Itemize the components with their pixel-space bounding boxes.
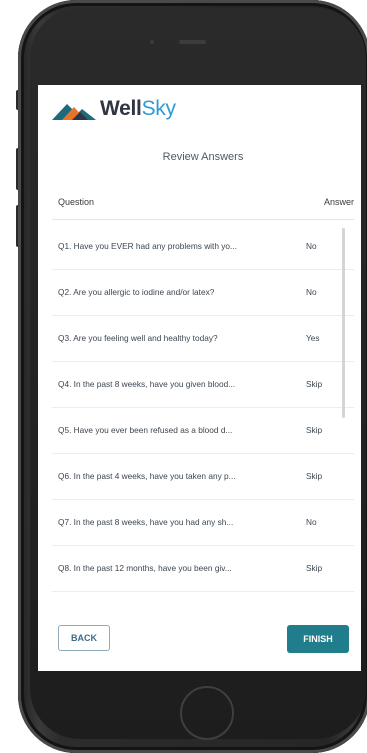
question-text: Q5. Have you ever been refused as a bloo… [58, 425, 233, 435]
logo-word: Well [100, 97, 142, 120]
table-row[interactable]: Q8. In the past 12 months, have you been… [52, 546, 354, 592]
front-camera [150, 40, 154, 44]
earpiece-speaker [179, 40, 206, 44]
table-row[interactable]: Q3. Are you feeling well and healthy tod… [52, 316, 354, 362]
answer-value: Skip [306, 379, 323, 389]
table-row[interactable]: Q4. In the past 8 weeks, have you given … [52, 362, 354, 408]
column-header-answer: Answer [323, 197, 354, 207]
question-text: Q1. Have you EVER had any problems with … [58, 241, 237, 251]
question-text: Q4. In the past 8 weeks, have you given … [58, 379, 236, 389]
back-button[interactable]: BACK [58, 625, 110, 651]
logo-word-accent: Sky [141, 97, 176, 120]
table-row[interactable]: Q7. In the past 8 weeks, have you had an… [52, 500, 354, 546]
device-stage: WellSky Review Answers Question Answer Q… [0, 0, 367, 753]
table-row[interactable]: Q2. Are you allergic to iodine and/or la… [52, 270, 354, 316]
answer-value: Skip [306, 563, 323, 573]
logo-text: WellSky [100, 97, 176, 121]
answer-value: No [306, 287, 317, 297]
table-row[interactable]: Q1. Have you EVER had any problems with … [52, 224, 354, 270]
question-text: Q6. In the past 4 weeks, have you taken … [58, 471, 236, 481]
answer-value: Yes [306, 333, 320, 343]
table-row[interactable]: Q5. Have you ever been refused as a bloo… [52, 408, 354, 454]
answer-value: No [306, 241, 317, 251]
answer-value: No [306, 517, 317, 527]
answers-list: Q1. Have you EVER had any problems with … [52, 224, 354, 592]
wellsky-logo: WellSky [52, 97, 176, 121]
home-button-icon[interactable] [180, 686, 234, 740]
list-scrollbar[interactable] [342, 228, 345, 418]
answer-value: Skip [306, 425, 323, 435]
question-text: Q2. Are you allergic to iodine and/or la… [58, 287, 215, 297]
question-text: Q3. Are you feeling well and healthy tod… [58, 333, 218, 343]
wellsky-mountain-icon [52, 98, 96, 120]
table-row[interactable]: Q6. In the past 4 weeks, have you taken … [52, 454, 354, 500]
question-text: Q8. In the past 12 months, have you been… [58, 563, 232, 573]
table-header: Question Answer [52, 185, 354, 220]
app-screen: WellSky Review Answers Question Answer Q… [38, 85, 361, 671]
question-text: Q7. In the past 8 weeks, have you had an… [58, 517, 234, 527]
finish-button[interactable]: FINISH [287, 625, 349, 653]
column-header-question: Question [58, 197, 95, 207]
answer-value: Skip [306, 471, 323, 481]
page-title: Review Answers [162, 151, 244, 163]
